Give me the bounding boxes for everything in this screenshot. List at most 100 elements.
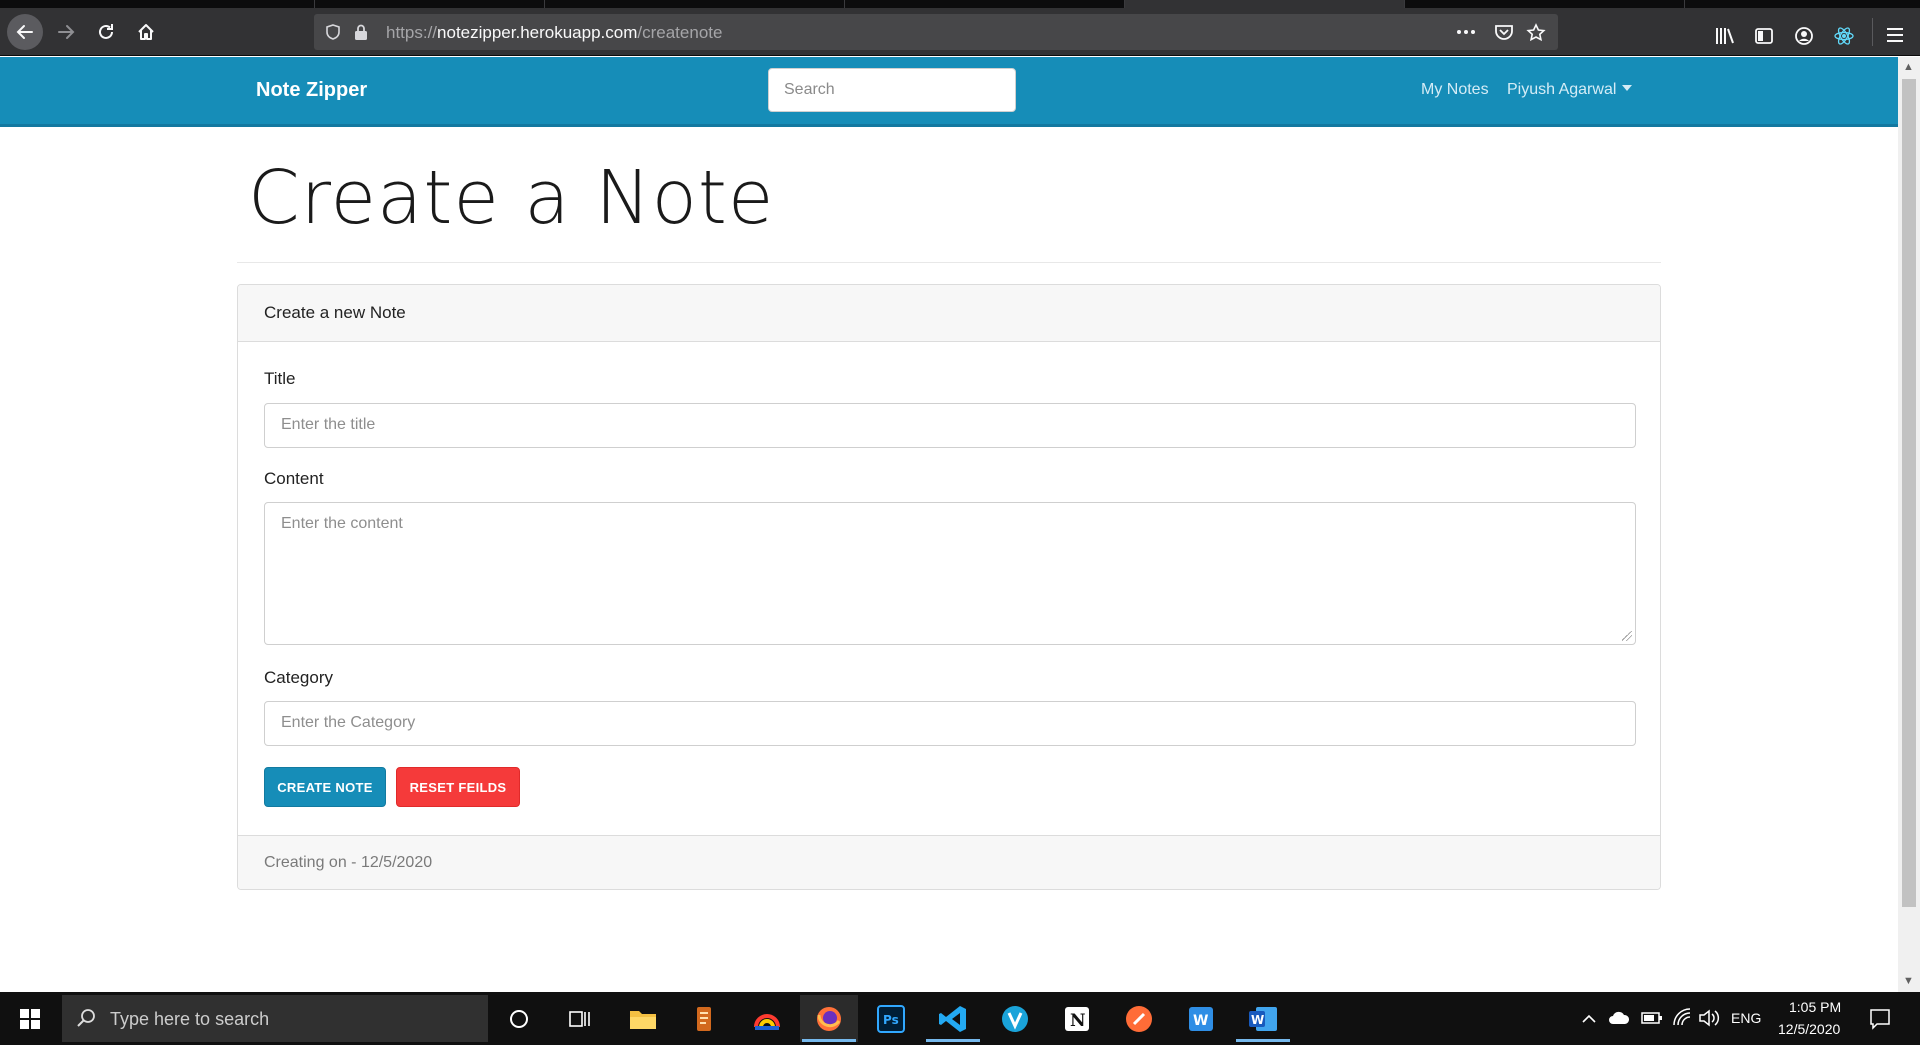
taskbar-word[interactable]: W xyxy=(1234,995,1292,1042)
taskbar-firefox[interactable] xyxy=(800,995,858,1042)
taskbar-search-box[interactable]: Type here to search xyxy=(62,995,488,1042)
taskbar-file-explorer[interactable] xyxy=(614,995,672,1042)
photoshop-icon: Ps xyxy=(877,1004,905,1033)
taskbar-app-w-blue[interactable]: W xyxy=(1172,995,1230,1042)
resize-handle-icon[interactable] xyxy=(1622,631,1632,641)
taskbar-notion[interactable]: N xyxy=(1048,995,1106,1042)
home-button[interactable] xyxy=(128,14,164,50)
windows-start-icon[interactable] xyxy=(20,1009,40,1029)
cortana-icon[interactable] xyxy=(509,1009,529,1029)
navbar-search-input[interactable]: Search xyxy=(768,68,1016,112)
open-app-indicator xyxy=(926,1039,980,1042)
title-input[interactable]: Enter the title xyxy=(264,403,1636,448)
library-icon[interactable] xyxy=(1714,26,1736,46)
browser-tab[interactable] xyxy=(845,0,1125,8)
brand-link[interactable]: Note Zipper xyxy=(256,79,367,102)
title-label: Title xyxy=(264,369,296,388)
category-placeholder: Enter the Category xyxy=(281,714,416,731)
address-bar[interactable]: https://notezipper.herokuapp.com/createn… xyxy=(314,14,1558,50)
battery-icon[interactable] xyxy=(1641,1011,1663,1025)
browser-tab[interactable] xyxy=(1405,0,1685,8)
taskbar-photoshop[interactable]: Ps xyxy=(862,995,920,1042)
title-divider xyxy=(237,262,1661,263)
svg-text:N: N xyxy=(1070,1011,1086,1031)
taskbar-search-placeholder: Type here to search xyxy=(110,1009,270,1029)
language-indicator[interactable]: ENG xyxy=(1731,1010,1761,1026)
svg-text:W: W xyxy=(1251,1013,1264,1027)
content-textarea[interactable]: Enter the content xyxy=(264,502,1636,645)
url-host: notezipper.herokuapp.com xyxy=(437,23,638,42)
folder-icon xyxy=(630,1010,656,1029)
nav-link-my-notes[interactable]: My Notes xyxy=(1421,81,1489,99)
browser-tab[interactable] xyxy=(315,0,545,8)
content-label: Content xyxy=(264,469,324,488)
react-devtools-icon[interactable] xyxy=(1833,25,1855,47)
web-page: Note Zipper Search My Notes Piyush Agarw… xyxy=(0,57,1898,992)
card-header: Create a new Note xyxy=(238,285,1660,342)
forward-button[interactable] xyxy=(48,14,84,50)
lock-icon[interactable] xyxy=(352,23,370,41)
svg-text:W: W xyxy=(1193,1013,1208,1029)
reload-button[interactable] xyxy=(88,14,124,50)
category-label: Category xyxy=(264,668,333,687)
back-button[interactable] xyxy=(7,14,43,50)
open-app-indicator xyxy=(1236,1039,1290,1042)
more-actions-icon[interactable] xyxy=(1456,29,1476,35)
url-text[interactable]: https://notezipper.herokuapp.com/createn… xyxy=(386,23,722,43)
taskbar-app-circle-v[interactable] xyxy=(986,995,1044,1042)
clock-time[interactable]: 1:05 PM xyxy=(1789,999,1841,1015)
task-view-icon[interactable] xyxy=(569,1009,591,1029)
v-app-icon xyxy=(1002,1005,1028,1032)
w-app-icon: W xyxy=(1189,1006,1213,1031)
shield-icon[interactable] xyxy=(324,23,342,41)
windows-taskbar: Type here to search Ps N W W ENG 1:05 PM… xyxy=(0,992,1920,1045)
scroll-down-icon[interactable]: ▼ xyxy=(1903,975,1914,987)
taskbar-app-arc[interactable] xyxy=(738,995,796,1042)
caret-down-icon xyxy=(1622,85,1633,91)
sidebar-icon[interactable] xyxy=(1754,26,1774,46)
user-dropdown[interactable]: Piyush Agarwal xyxy=(1507,81,1633,99)
browser-tab[interactable] xyxy=(0,0,315,8)
browser-tab-strip xyxy=(0,0,1920,8)
vertical-scrollbar[interactable]: ▲ ▼ xyxy=(1898,57,1920,992)
page-title: Create a Note xyxy=(248,155,775,241)
scroll-up-icon[interactable]: ▲ xyxy=(1903,61,1914,73)
browser-tab[interactable] xyxy=(545,0,845,8)
create-note-card: Create a new Note Title Enter the title … xyxy=(237,284,1661,890)
reload-icon xyxy=(99,24,113,39)
active-app-indicator xyxy=(802,1039,856,1042)
browser-tab-active[interactable] xyxy=(1125,0,1405,8)
firefox-icon xyxy=(817,1006,841,1031)
arrow-right-icon xyxy=(58,25,75,39)
navbar-search-placeholder: Search xyxy=(784,81,835,98)
account-icon[interactable] xyxy=(1794,26,1814,46)
taskbar-postman[interactable] xyxy=(1110,995,1168,1042)
volume-icon[interactable] xyxy=(1698,1009,1720,1027)
notification-icon[interactable] xyxy=(1869,1008,1891,1030)
onedrive-cloud-icon[interactable] xyxy=(1608,1010,1630,1026)
taskbar-vscode[interactable] xyxy=(924,995,982,1042)
bookmark-star-icon[interactable] xyxy=(1526,23,1546,43)
creation-date-text: Creating on - 12/5/2020 xyxy=(264,854,433,871)
scroll-app-icon xyxy=(697,1006,711,1031)
arrow-left-icon xyxy=(16,25,33,39)
notion-icon: N xyxy=(1065,1006,1089,1031)
home-icon xyxy=(138,24,154,40)
category-input[interactable]: Enter the Category xyxy=(264,701,1636,746)
content-placeholder: Enter the content xyxy=(281,515,403,532)
pocket-icon[interactable] xyxy=(1494,23,1514,41)
svg-text:Ps: Ps xyxy=(883,1013,899,1027)
scrollbar-thumb[interactable] xyxy=(1902,79,1916,907)
taskbar-app-scroll[interactable] xyxy=(676,995,734,1042)
title-placeholder: Enter the title xyxy=(281,416,376,433)
hamburger-menu-icon[interactable] xyxy=(1886,27,1904,43)
wifi-icon[interactable] xyxy=(1672,1008,1692,1026)
reset-fields-button[interactable]: RESET FEILDS xyxy=(396,767,520,807)
create-note-button[interactable]: CREATE NOTE xyxy=(264,767,386,807)
postman-icon xyxy=(1126,1005,1152,1032)
chevron-up-icon[interactable] xyxy=(1581,1012,1597,1024)
toolbar-divider xyxy=(1872,18,1873,46)
clock-date[interactable]: 12/5/2020 xyxy=(1778,1021,1840,1037)
url-prefix: https:// xyxy=(386,23,438,42)
navbar: Note Zipper Search My Notes Piyush Agarw… xyxy=(0,57,1898,127)
